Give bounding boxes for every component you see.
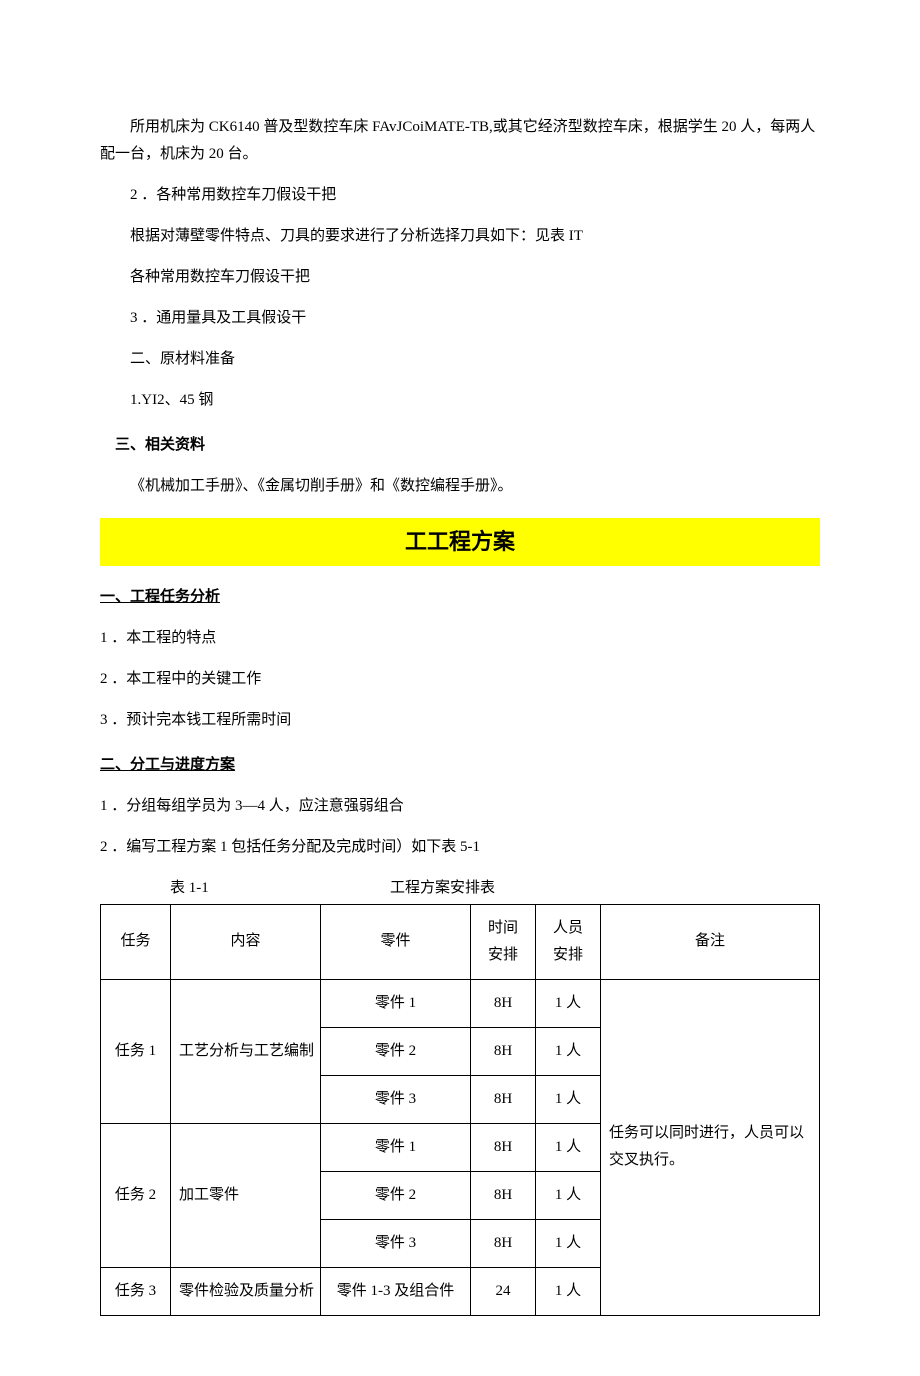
cell-person: 1 人 <box>536 1075 601 1123</box>
analysis-item-3: 3 ．预计完本钱工程所需时间 <box>100 707 820 734</box>
cell-time: 8H <box>471 1027 536 1075</box>
intro-item-3: 3 ．通用量具及工具假设干 <box>100 305 820 332</box>
th-time-l1: 时间 <box>477 915 529 942</box>
cell-task1-content: 工艺分析与工艺编制 <box>171 979 321 1123</box>
cell-time: 8H <box>471 1123 536 1171</box>
cell-part: 零件 3 <box>321 1075 471 1123</box>
th-person-l2: 安排 <box>542 942 594 969</box>
cell-task1: 任务 1 <box>101 979 171 1123</box>
th-content: 内容 <box>171 904 321 979</box>
cell-note-merged: 任务可以同时进行，人员可以交叉执行。 <box>601 979 820 1315</box>
th-part: 零件 <box>321 904 471 979</box>
heading-task-analysis: 一、工程任务分析 <box>100 584 820 611</box>
cell-time: 8H <box>471 979 536 1027</box>
cell-time: 24 <box>471 1267 536 1315</box>
cell-task3: 任务 3 <box>101 1267 171 1315</box>
intro-paragraph-3: 根据对薄壁零件特点、刀具的要求进行了分析选择刀具如下：见表 IT <box>100 223 820 250</box>
intro-item-2: 2 ．各种常用数控车刀假设干把 <box>100 182 820 209</box>
intro-paragraph-1: 所用机床为 CK6140 普及型数控车床 FAvJCoiMATE-TB,或其它经… <box>100 114 820 168</box>
cell-person: 1 人 <box>536 1123 601 1171</box>
cell-part: 零件 2 <box>321 1027 471 1075</box>
cell-task2: 任务 2 <box>101 1123 171 1267</box>
th-task: 任务 <box>101 904 171 979</box>
section-banner: 工工程方案 <box>100 518 820 566</box>
analysis-item-1: 1 ．本工程的特点 <box>100 625 820 652</box>
th-person-l1: 人员 <box>542 915 594 942</box>
table-row: 任务 1 工艺分析与工艺编制 零件 1 8H 1 人 任务可以同时进行，人员可以… <box>101 979 820 1027</box>
cell-person: 1 人 <box>536 1219 601 1267</box>
material-item-1: 1.YI2、45 钢 <box>100 387 820 414</box>
table-caption-number: 表 1-1 <box>100 875 390 902</box>
cell-task3-content: 零件检验及质量分析 <box>171 1267 321 1315</box>
cell-time: 8H <box>471 1219 536 1267</box>
cell-person: 1 人 <box>536 979 601 1027</box>
table-caption-title: 工程方案安排表 <box>390 875 820 902</box>
table-header-row: 任务 内容 零件 时间 安排 人员 安排 备注 <box>101 904 820 979</box>
division-item-1: 1 ．分组每组学员为 3—4 人，应注意强弱组合 <box>100 793 820 820</box>
th-time-l2: 安排 <box>477 942 529 969</box>
plan-table-wrap: 表 1-1 工程方案安排表 任务 内容 零件 时间 安排 人员 安排 备注 任务… <box>100 875 820 1316</box>
heading-resources: 三、相关资料 <box>100 432 820 459</box>
th-note: 备注 <box>601 904 820 979</box>
cell-person: 1 人 <box>536 1027 601 1075</box>
cell-person: 1 人 <box>536 1267 601 1315</box>
th-person: 人员 安排 <box>536 904 601 979</box>
cell-part: 零件 3 <box>321 1219 471 1267</box>
heading-material: 二、原材料准备 <box>100 346 820 373</box>
intro-paragraph-4: 各种常用数控车刀假设干把 <box>100 264 820 291</box>
resources-paragraph: 《机械加工手册》、《金属切削手册》和《数控编程手册》。 <box>100 473 820 500</box>
cell-part: 零件 1 <box>321 979 471 1027</box>
cell-time: 8H <box>471 1171 536 1219</box>
table-caption: 表 1-1 工程方案安排表 <box>100 875 820 902</box>
division-item-2: 2 ．编写工程方案 1 包括任务分配及完成时间）如下表 5-1 <box>100 834 820 861</box>
analysis-item-2: 2 ．本工程中的关键工作 <box>100 666 820 693</box>
cell-time: 8H <box>471 1075 536 1123</box>
cell-person: 1 人 <box>536 1171 601 1219</box>
th-time: 时间 安排 <box>471 904 536 979</box>
cell-task2-content: 加工零件 <box>171 1123 321 1267</box>
plan-table: 任务 内容 零件 时间 安排 人员 安排 备注 任务 1 工艺分析与工艺编制 零… <box>100 904 820 1316</box>
heading-division-plan: 二、分工与进度方案 <box>100 752 820 779</box>
cell-part: 零件 1 <box>321 1123 471 1171</box>
cell-part: 零件 2 <box>321 1171 471 1219</box>
cell-part: 零件 1-3 及组合件 <box>321 1267 471 1315</box>
